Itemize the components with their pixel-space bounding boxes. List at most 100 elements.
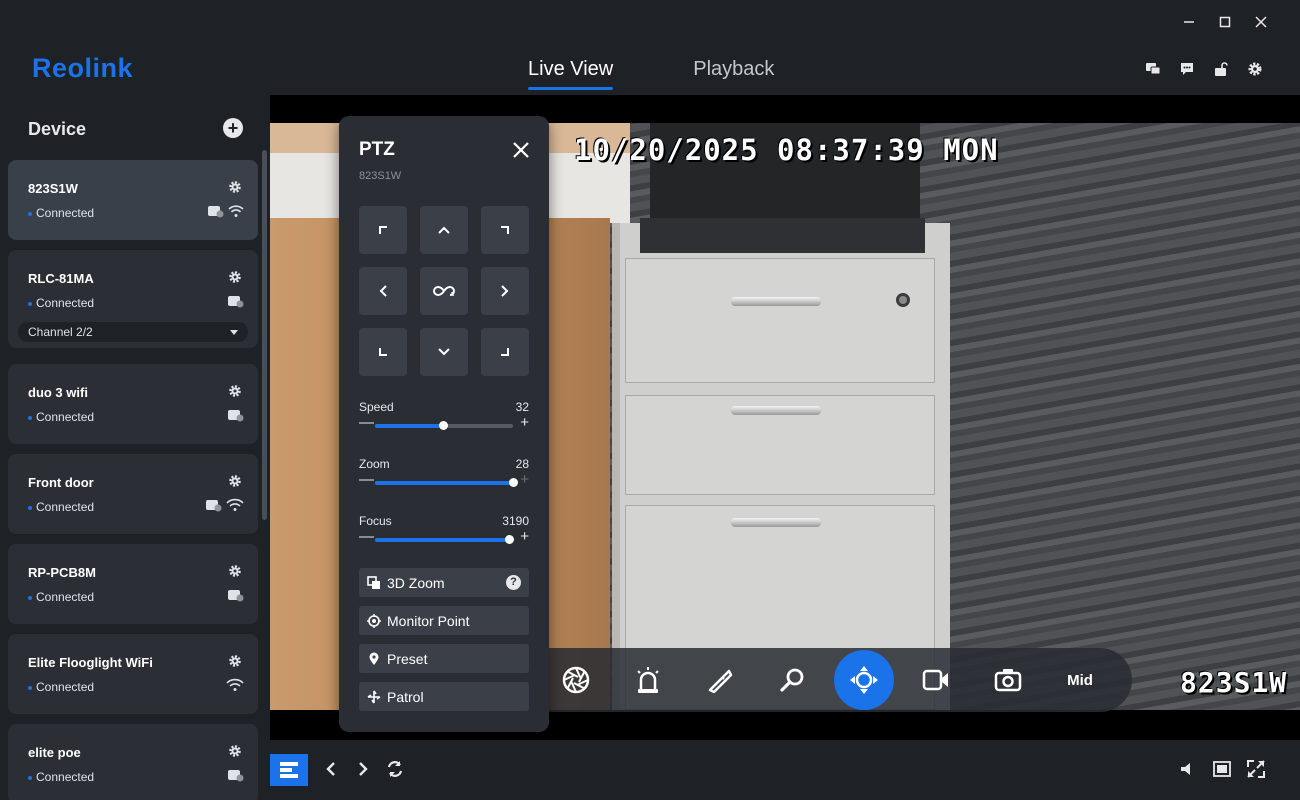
- preset-button[interactable]: Preset: [359, 644, 529, 673]
- minimize-icon[interactable]: [1180, 12, 1198, 32]
- ptz-right-button[interactable]: [481, 267, 529, 315]
- patrol-button[interactable]: Patrol: [359, 682, 529, 711]
- 3d-zoom-button[interactable]: 3D Zoom ?: [359, 568, 529, 597]
- channel-select[interactable]: Channel 2/2: [18, 322, 248, 342]
- speed-increase-button[interactable]: +: [520, 415, 529, 430]
- focus-slider-row: Focus 3190 — +: [359, 514, 529, 550]
- ptz-left-button[interactable]: [359, 267, 407, 315]
- close-icon[interactable]: [1252, 12, 1270, 32]
- device-settings-icon[interactable]: [228, 744, 242, 758]
- lock-icon: [896, 293, 910, 307]
- device-name: duo 3 wifi: [28, 385, 88, 400]
- channel-select-value: Channel 2/2: [28, 325, 93, 339]
- focus-slider-handle[interactable]: [504, 535, 514, 544]
- zoom-slider-handle[interactable]: [509, 478, 518, 487]
- printer-base: [640, 218, 925, 253]
- device-card-elite-poe[interactable]: elite poe Connected: [8, 724, 258, 800]
- device-status: Connected: [28, 680, 94, 694]
- ptz-up-left-button[interactable]: [359, 206, 407, 254]
- close-icon[interactable]: [511, 140, 531, 160]
- unlock-icon[interactable]: [1212, 60, 1230, 78]
- help-icon[interactable]: ?: [506, 575, 521, 590]
- focus-decrease-button[interactable]: —: [359, 529, 374, 544]
- device-card-front-door[interactable]: Front door Connected: [8, 454, 258, 534]
- main-tabs: Live View Playback: [528, 58, 774, 90]
- auto-scan-icon: [433, 285, 455, 297]
- ptz-down-right-button[interactable]: [481, 328, 529, 376]
- aperture-button[interactable]: [540, 650, 612, 710]
- fullscreen-button[interactable]: [1247, 760, 1265, 778]
- speed-slider-row: Speed 32 — +: [359, 400, 529, 436]
- device-settings-icon[interactable]: [228, 654, 242, 668]
- snapshot-button[interactable]: [972, 650, 1044, 710]
- prev-page-button[interactable]: [322, 760, 340, 778]
- zoom-slider[interactable]: [375, 478, 518, 487]
- ptz-button[interactable]: [828, 650, 900, 710]
- wifi-icon: [228, 205, 244, 217]
- full-window-button[interactable]: [1213, 760, 1231, 778]
- brand-logo: Reolink: [32, 53, 134, 83]
- sidebar-scrollbar[interactable]: [262, 150, 267, 520]
- add-device-button[interactable]: +: [223, 118, 243, 138]
- tab-playback[interactable]: Playback: [693, 58, 774, 87]
- focus-increase-button[interactable]: +: [520, 529, 529, 544]
- zoom-icon: [780, 668, 804, 692]
- focus-slider[interactable]: [375, 535, 514, 544]
- device-settings-icon[interactable]: [228, 564, 242, 578]
- device-status: Connected: [28, 500, 94, 514]
- chevron-up-icon: [438, 226, 450, 234]
- monitor-point-button[interactable]: Monitor Point: [359, 606, 529, 635]
- storage-icon: [228, 296, 244, 308]
- message-icon[interactable]: [1178, 60, 1196, 78]
- monitor-point-icon: [367, 613, 381, 628]
- ptz-down-button[interactable]: [420, 328, 468, 376]
- feedback-icon[interactable]: [1144, 60, 1162, 78]
- stream-quality-button[interactable]: Mid: [1044, 650, 1116, 710]
- next-page-button[interactable]: [354, 760, 372, 778]
- tab-live-view[interactable]: Live View: [528, 58, 614, 90]
- speed-decrease-button[interactable]: —: [359, 415, 374, 430]
- prev-icon: [326, 762, 335, 776]
- device-status: Connected: [28, 770, 94, 784]
- ptz-up-button[interactable]: [420, 206, 468, 254]
- device-settings-icon[interactable]: [228, 384, 242, 398]
- ptz-up-right-button[interactable]: [481, 206, 529, 254]
- device-card-rp-pcb8m[interactable]: RP-PCB8M Connected: [8, 544, 258, 624]
- speed-slider[interactable]: [375, 421, 513, 430]
- speed-value: 32: [515, 400, 529, 414]
- device-settings-icon[interactable]: [228, 270, 242, 284]
- speed-label: Speed: [359, 400, 394, 414]
- device-card-823s1w[interactable]: 823S1W Connected: [8, 160, 258, 240]
- spotlight-button[interactable]: [684, 650, 756, 710]
- fullwindow-icon: [1213, 761, 1231, 777]
- ptz-auto-scan-button[interactable]: [420, 267, 468, 315]
- settings-icon[interactable]: [1246, 60, 1264, 78]
- maximize-icon[interactable]: [1216, 12, 1234, 32]
- digital-zoom-button[interactable]: [756, 650, 828, 710]
- device-settings-icon[interactable]: [228, 180, 242, 194]
- window-controls: [1180, 12, 1270, 32]
- zoom-increase-button[interactable]: +: [520, 472, 529, 487]
- volume-button[interactable]: [1178, 760, 1196, 778]
- record-button[interactable]: [900, 650, 972, 710]
- cabinet-drawer-top: [625, 258, 935, 383]
- device-card-duo-3-wifi[interactable]: duo 3 wifi Connected: [8, 364, 258, 444]
- device-settings-icon[interactable]: [228, 474, 242, 488]
- zoom-label: Zoom: [359, 457, 390, 471]
- refresh-button[interactable]: [386, 760, 404, 778]
- device-card-rlc-81ma[interactable]: RLC-81MA Connected Channel 2/2: [8, 250, 258, 348]
- drawer-handle: [731, 406, 821, 415]
- drawer-handle: [731, 518, 821, 527]
- device-name: RP-PCB8M: [28, 565, 96, 580]
- siren-button[interactable]: [612, 650, 684, 710]
- device-card-elite-floodlight-wifi[interactable]: Elite Flooglight WiFi Connected: [8, 634, 258, 714]
- speed-slider-handle[interactable]: [438, 421, 448, 430]
- zoom-slider-row: Zoom 28 — +: [359, 457, 529, 493]
- zoom-decrease-button[interactable]: —: [359, 472, 374, 487]
- ptz-down-left-button[interactable]: [359, 328, 407, 376]
- siren-icon: [637, 667, 659, 693]
- storage-icon: [228, 770, 244, 782]
- storage-icon: [208, 206, 224, 218]
- spotlight-icon: [708, 669, 733, 694]
- layout-button[interactable]: [270, 754, 308, 786]
